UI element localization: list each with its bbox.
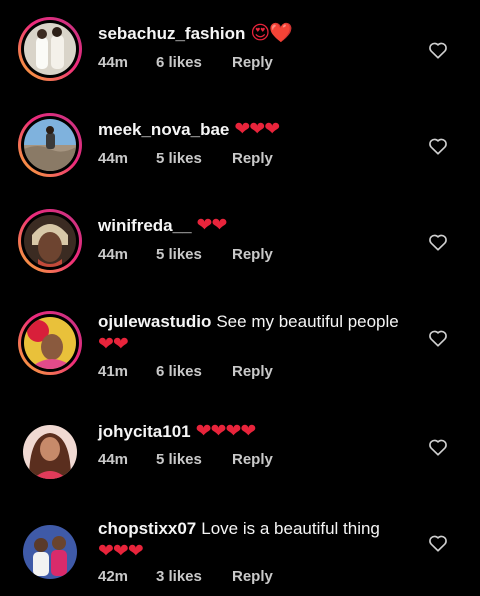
comment-username[interactable]: sebachuz_fashion (98, 24, 245, 43)
comment-time: 42m (98, 568, 129, 585)
comment-meta: 41m 6 likes Reply (98, 363, 273, 380)
comment-emoji: ❤❤❤ (98, 541, 144, 562)
comment-meta: 44m 5 likes Reply (98, 150, 273, 167)
heart-outline-icon[interactable] (426, 435, 450, 459)
reply-button[interactable]: Reply (232, 54, 273, 71)
comment-username[interactable]: chopstixx07 (98, 519, 196, 538)
comment-username[interactable]: meek_nova_bae (98, 120, 229, 139)
comment-text: johycita101 ❤❤❤❤ (98, 420, 410, 443)
comment-likes[interactable]: 5 likes (156, 451, 232, 468)
avatar[interactable] (18, 113, 82, 177)
comment-text: sebachuz_fashion 😍❤️ (98, 22, 410, 45)
avatar[interactable] (18, 311, 82, 375)
reply-button[interactable]: Reply (232, 451, 273, 468)
reply-button[interactable]: Reply (232, 246, 273, 263)
reply-button[interactable]: Reply (232, 363, 273, 380)
comment-text: chopstixx07 Love is a beautiful thing ❤❤❤ (98, 517, 418, 563)
comment-time: 44m (98, 54, 129, 71)
reply-button[interactable]: Reply (232, 568, 273, 585)
comment-time: 44m (98, 451, 129, 468)
comment-time: 41m (98, 363, 129, 380)
comment-body: Love is a beautiful thing (201, 519, 380, 538)
comment-time: 44m (98, 246, 129, 263)
comment-likes[interactable]: 3 likes (156, 568, 232, 585)
comment-meta: 42m 3 likes Reply (98, 568, 273, 585)
comment-text: winifreda__ ❤❤ (98, 214, 410, 237)
comment-emoji: ❤❤ (196, 215, 228, 236)
comment-text: ojulewastudio See my beautiful people ❤❤ (98, 310, 418, 356)
comment-text: meek_nova_bae ❤❤❤ (98, 118, 410, 141)
comment-likes[interactable]: 6 likes (156, 363, 232, 380)
avatar[interactable] (18, 17, 82, 81)
comment-meta: 44m 5 likes Reply (98, 451, 273, 468)
comment-likes[interactable]: 5 likes (156, 246, 232, 263)
comment-body: See my beautiful people (216, 312, 399, 331)
comment-emoji: ❤❤❤❤ (195, 421, 257, 442)
comment-likes[interactable]: 6 likes (156, 54, 232, 71)
comment-emoji: ❤❤❤ (234, 119, 280, 140)
comment-likes[interactable]: 5 likes (156, 150, 232, 167)
comment-username[interactable]: johycita101 (98, 422, 191, 441)
avatar[interactable] (18, 520, 82, 584)
comment-time: 44m (98, 150, 129, 167)
comment-meta: 44m 5 likes Reply (98, 246, 273, 263)
comment-emoji: ❤❤ (98, 334, 129, 355)
heart-outline-icon[interactable] (426, 230, 450, 254)
comment-username[interactable]: ojulewastudio (98, 312, 211, 331)
heart-outline-icon[interactable] (426, 134, 450, 158)
heart-outline-icon[interactable] (426, 38, 450, 62)
heart-outline-icon[interactable] (426, 531, 450, 555)
avatar[interactable] (18, 209, 82, 273)
avatar[interactable] (18, 420, 82, 484)
comment-meta: 44m 6 likes Reply (98, 54, 273, 71)
comment-emoji: 😍❤️ (250, 23, 292, 44)
heart-outline-icon[interactable] (426, 326, 450, 350)
reply-button[interactable]: Reply (232, 150, 273, 167)
comment-username[interactable]: winifreda__ (98, 216, 192, 235)
